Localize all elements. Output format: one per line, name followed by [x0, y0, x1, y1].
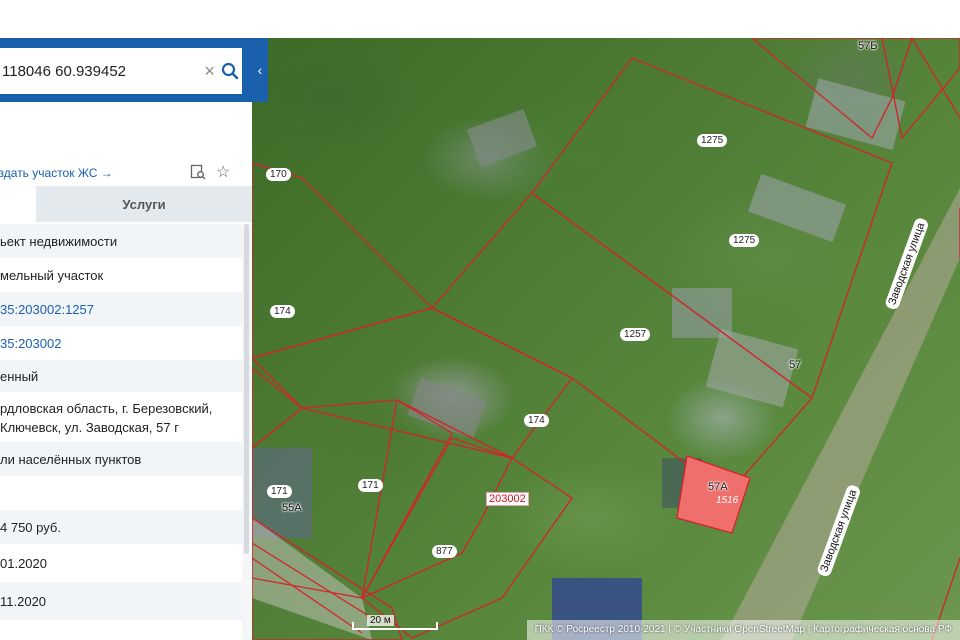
map-attribution: ПКК © Росреестр 2010-2021 | © Участники … [526, 620, 960, 640]
star-icon[interactable]: ☆ [216, 162, 230, 182]
parcel-label-170[interactable]: 170 [266, 168, 291, 181]
search-bar: × [0, 38, 252, 102]
parcel-label-1516[interactable]: 1516 [712, 494, 742, 507]
parcel-label-171-middle[interactable]: 171 [358, 479, 383, 492]
document-search-icon[interactable] [190, 164, 206, 185]
attribute-row[interactable]: 35:203002:1257 [0, 292, 242, 326]
cadastral-overlay [252, 38, 960, 640]
attribute-row: енный [0, 360, 242, 392]
house-number-57: 57 [789, 359, 802, 371]
search-input[interactable] [0, 48, 201, 94]
house-number-57b: 57Б [858, 40, 878, 52]
chevron-left-icon: ‹ [257, 62, 263, 78]
scale-bar [352, 622, 438, 630]
info-tabs: Услуги [0, 186, 252, 222]
map-canvas[interactable]: 1275 1275 170 174 1257 174 171 171 877 1… [252, 38, 960, 640]
top-bar [0, 0, 960, 38]
parcel-label-1275-top[interactable]: 1275 [697, 134, 728, 147]
tab-info[interactable] [0, 186, 36, 222]
attribute-row: мельный участок [0, 267, 104, 283]
sidebar-scrollbar[interactable] [242, 224, 252, 640]
cadastral-quarter-label[interactable]: 203002 [486, 492, 529, 506]
parcel-label-171-left[interactable]: 171 [267, 485, 292, 498]
tab-services[interactable]: Услуги [36, 186, 252, 222]
house-number-55a: 55А [282, 502, 302, 514]
attribute-list: ьект недвижимости мельный участок 35:20300… [0, 224, 242, 620]
app-root: 1275 1275 170 174 1257 174 171 171 877 1… [0, 0, 960, 640]
attribute-row: 11.2020 [0, 582, 242, 620]
scale-label: 20 м [367, 615, 394, 626]
parcel-label-174-middle[interactable]: 174 [524, 414, 549, 427]
attribute-row: 01.2020 [0, 555, 47, 571]
attribute-row: рдловская область, г. Березовский, Ключе… [0, 401, 213, 435]
attribute-row[interactable]: 35:203002 [0, 326, 242, 360]
parcel-label-174-left[interactable]: 174 [270, 305, 295, 318]
parcel-label-1275-bottom[interactable]: 1275 [729, 234, 760, 247]
search-icon[interactable] [218, 56, 242, 86]
parcel-label-877[interactable]: 877 [432, 545, 457, 558]
card-actions: оздать участок ЖС → ☆ [0, 162, 252, 184]
parcel-label-1257[interactable]: 1257 [620, 328, 651, 341]
clear-icon[interactable]: × [201, 61, 218, 82]
scrollbar-thumb[interactable] [244, 224, 249, 554]
attribute-row [0, 476, 242, 510]
house-number-57a: 57А [708, 481, 728, 493]
create-plot-link[interactable]: оздать участок ЖС → [0, 166, 113, 180]
collapse-sidebar-button[interactable]: ‹ [252, 38, 268, 102]
attribute-row: ьект недвижимости [0, 224, 242, 258]
search-box: × [0, 48, 242, 94]
info-sidebar: × оздать участок ЖС → ☆ Услуги ьект недв… [0, 38, 252, 640]
attribute-row: ли населённых пунктов [0, 442, 242, 476]
attribute-row: 4 750 руб. [0, 510, 242, 544]
